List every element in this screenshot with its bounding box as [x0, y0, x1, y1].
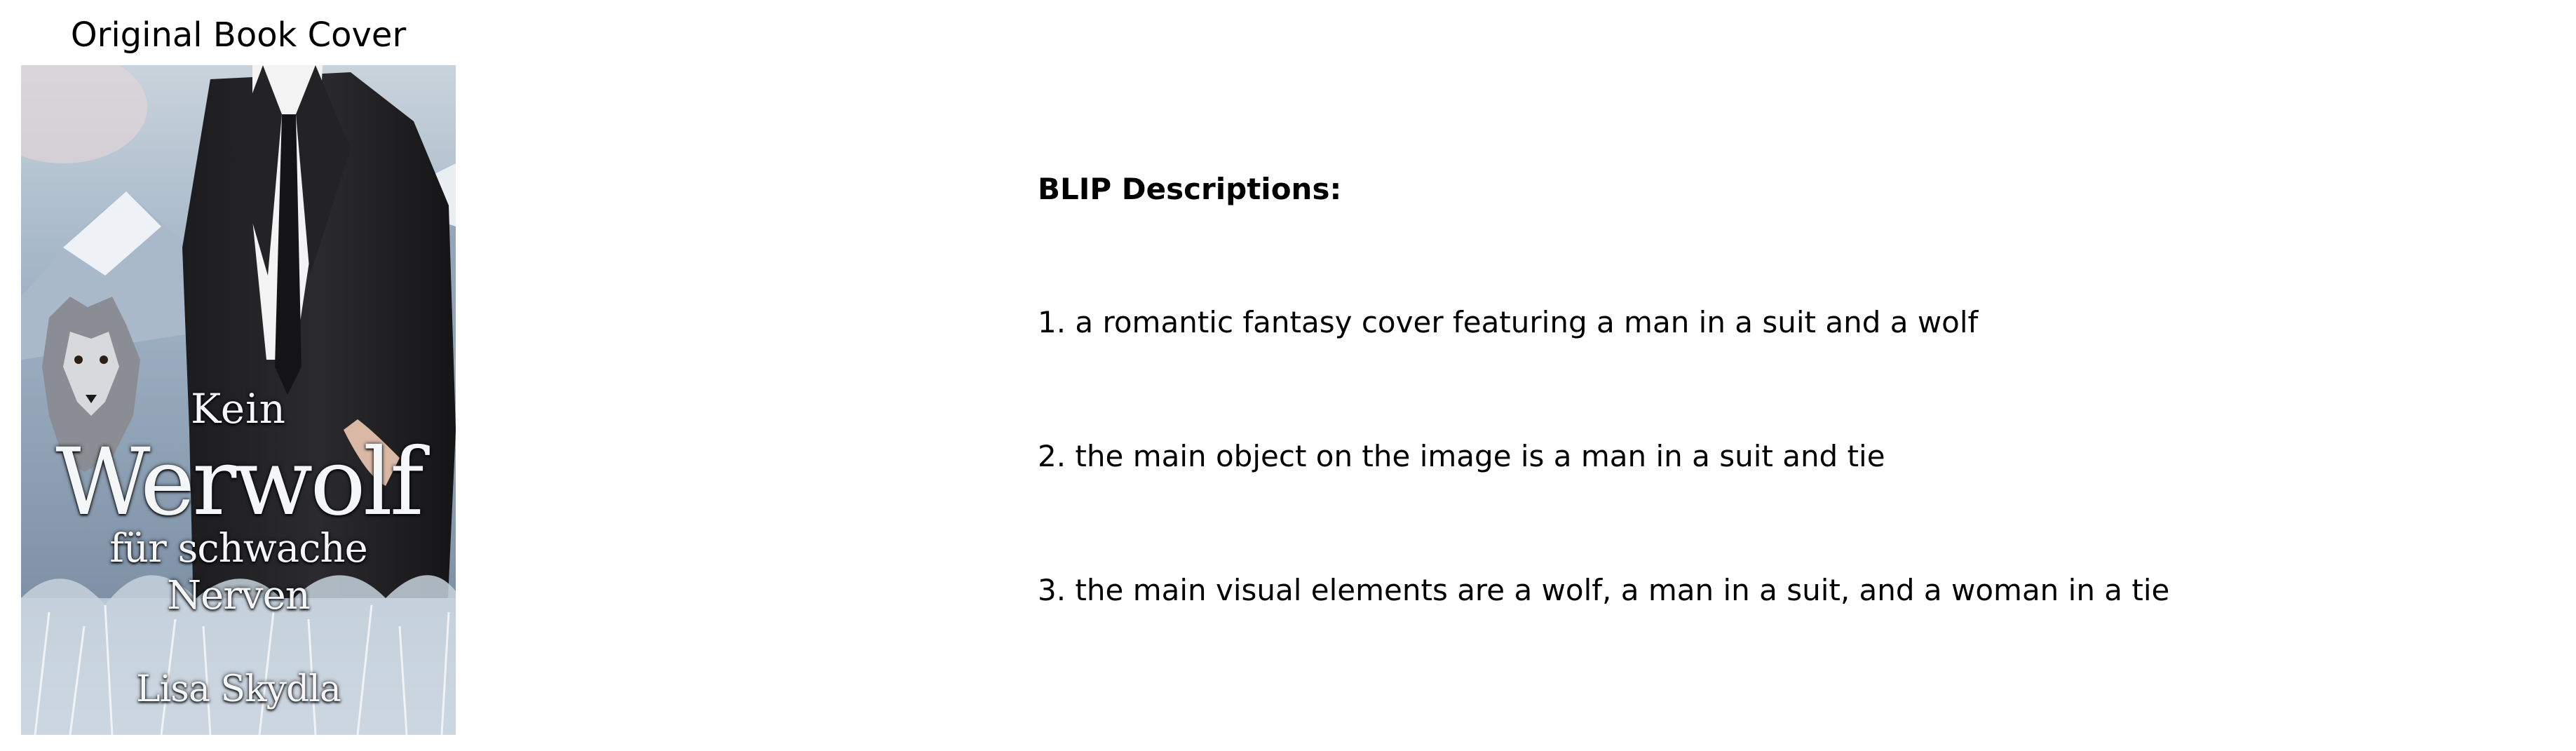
cover-author: Lisa Skydla — [136, 668, 341, 710]
descriptions-heading: BLIP Descriptions: — [1038, 172, 1342, 206]
description-item-2: 2. the main object on the image is a man… — [1038, 439, 1885, 473]
description-item-3: 3. the main visual elements are a wolf, … — [1038, 573, 2170, 607]
book-cover-image: Kein Werwolf für schwache Nerven Lisa Sk… — [21, 65, 456, 735]
cover-text-nerven: Nerven — [167, 573, 311, 618]
cover-text-werwolf: Werwolf — [55, 428, 424, 536]
cover-text-fuer-schwache: für schwache — [109, 526, 367, 571]
cover-text-kein: Kein — [190, 385, 286, 433]
cover-panel-title: Original Book Cover — [70, 15, 407, 55]
description-item-1: 1. a romantic fantasy cover featuring a … — [1038, 305, 1979, 339]
